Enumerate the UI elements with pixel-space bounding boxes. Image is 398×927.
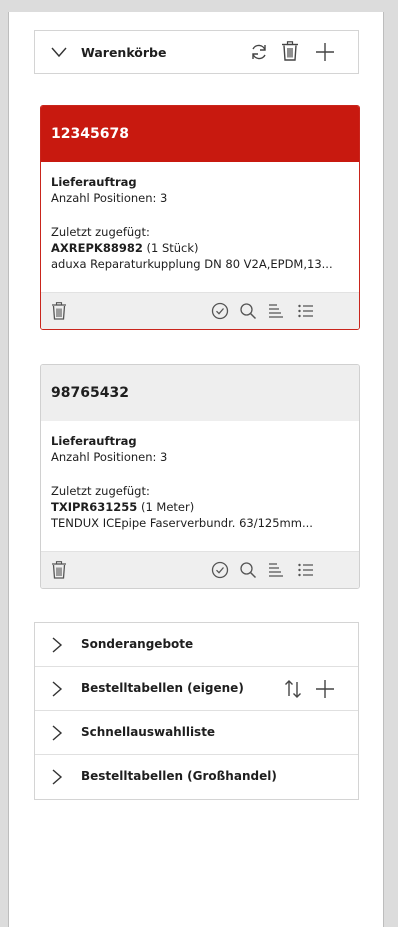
section-schnellauswahlliste[interactable]: Schnellauswahlliste [35, 711, 358, 755]
list-icon[interactable] [297, 302, 315, 320]
text-align-icon[interactable] [267, 561, 285, 579]
section-list: Sonderangebote Bestelltabellen (eigene) … [34, 622, 359, 800]
carts-title[interactable]: Warenkörbe [81, 45, 166, 60]
trash-icon[interactable] [281, 41, 299, 61]
section-sonderangebote[interactable]: Sonderangebote [35, 623, 358, 667]
carts-header: Warenkörbe [34, 30, 359, 74]
cart-details: Lieferauftrag Anzahl Positionen: 3 Zulet… [41, 162, 359, 292]
last-added-label: Zuletzt zugefügt: [51, 484, 150, 498]
cart-card[interactable]: 12345678 Lieferauftrag Anzahl Positionen… [40, 105, 360, 330]
cart-type: Lieferauftrag [51, 434, 137, 448]
cart-positions: Anzahl Positionen: 3 [51, 191, 168, 205]
cart-type: Lieferauftrag [51, 175, 137, 189]
check-circle-icon[interactable] [211, 302, 229, 320]
text-align-icon[interactable] [267, 302, 285, 320]
cart-card[interactable]: 98765432 Lieferauftrag Anzahl Positionen… [40, 364, 360, 589]
section-label[interactable]: Schnellauswahlliste [81, 725, 215, 739]
plus-icon[interactable] [315, 679, 335, 699]
search-icon[interactable] [239, 561, 257, 579]
cart-details: Lieferauftrag Anzahl Positionen: 3 Zulet… [41, 421, 359, 551]
search-icon[interactable] [239, 302, 257, 320]
chevron-right-icon[interactable] [51, 769, 63, 785]
section-bestelltabellen-eigene[interactable]: Bestelltabellen (eigene) [35, 667, 358, 711]
list-icon[interactable] [297, 561, 315, 579]
cart-actions [41, 292, 359, 329]
section-label[interactable]: Sonderangebote [81, 637, 193, 651]
section-label[interactable]: Bestelltabellen (Großhandel) [81, 769, 277, 783]
last-added-label: Zuletzt zugefügt: [51, 225, 150, 239]
trash-icon[interactable] [51, 561, 67, 579]
item-description: TENDUX ICEpipe Faserverbundr. 63/125mm..… [51, 516, 313, 530]
chevron-right-icon[interactable] [51, 725, 63, 741]
chevron-down-icon[interactable] [51, 46, 67, 58]
item-quantity: (1 Meter) [140, 500, 195, 514]
cart-positions: Anzahl Positionen: 3 [51, 450, 168, 464]
chevron-right-icon[interactable] [51, 637, 63, 653]
plus-icon[interactable] [315, 42, 335, 62]
trash-icon[interactable] [51, 302, 67, 320]
item-description: aduxa Reparaturkupplung DN 80 V2A,EPDM,1… [51, 257, 333, 271]
cart-number[interactable]: 98765432 [41, 365, 359, 421]
chevron-right-icon[interactable] [51, 681, 63, 697]
section-bestelltabellen-grosshandel[interactable]: Bestelltabellen (Großhandel) [35, 755, 358, 799]
item-code: AXREPK88982 [51, 241, 143, 255]
item-code: TXIPR631255 [51, 500, 138, 514]
refresh-icon[interactable] [249, 42, 269, 62]
cart-actions [41, 551, 359, 588]
section-label[interactable]: Bestelltabellen (eigene) [81, 681, 244, 695]
sort-icon[interactable] [283, 679, 303, 699]
check-circle-icon[interactable] [211, 561, 229, 579]
cart-number[interactable]: 12345678 [41, 106, 359, 162]
item-quantity: (1 Stück) [146, 241, 199, 255]
